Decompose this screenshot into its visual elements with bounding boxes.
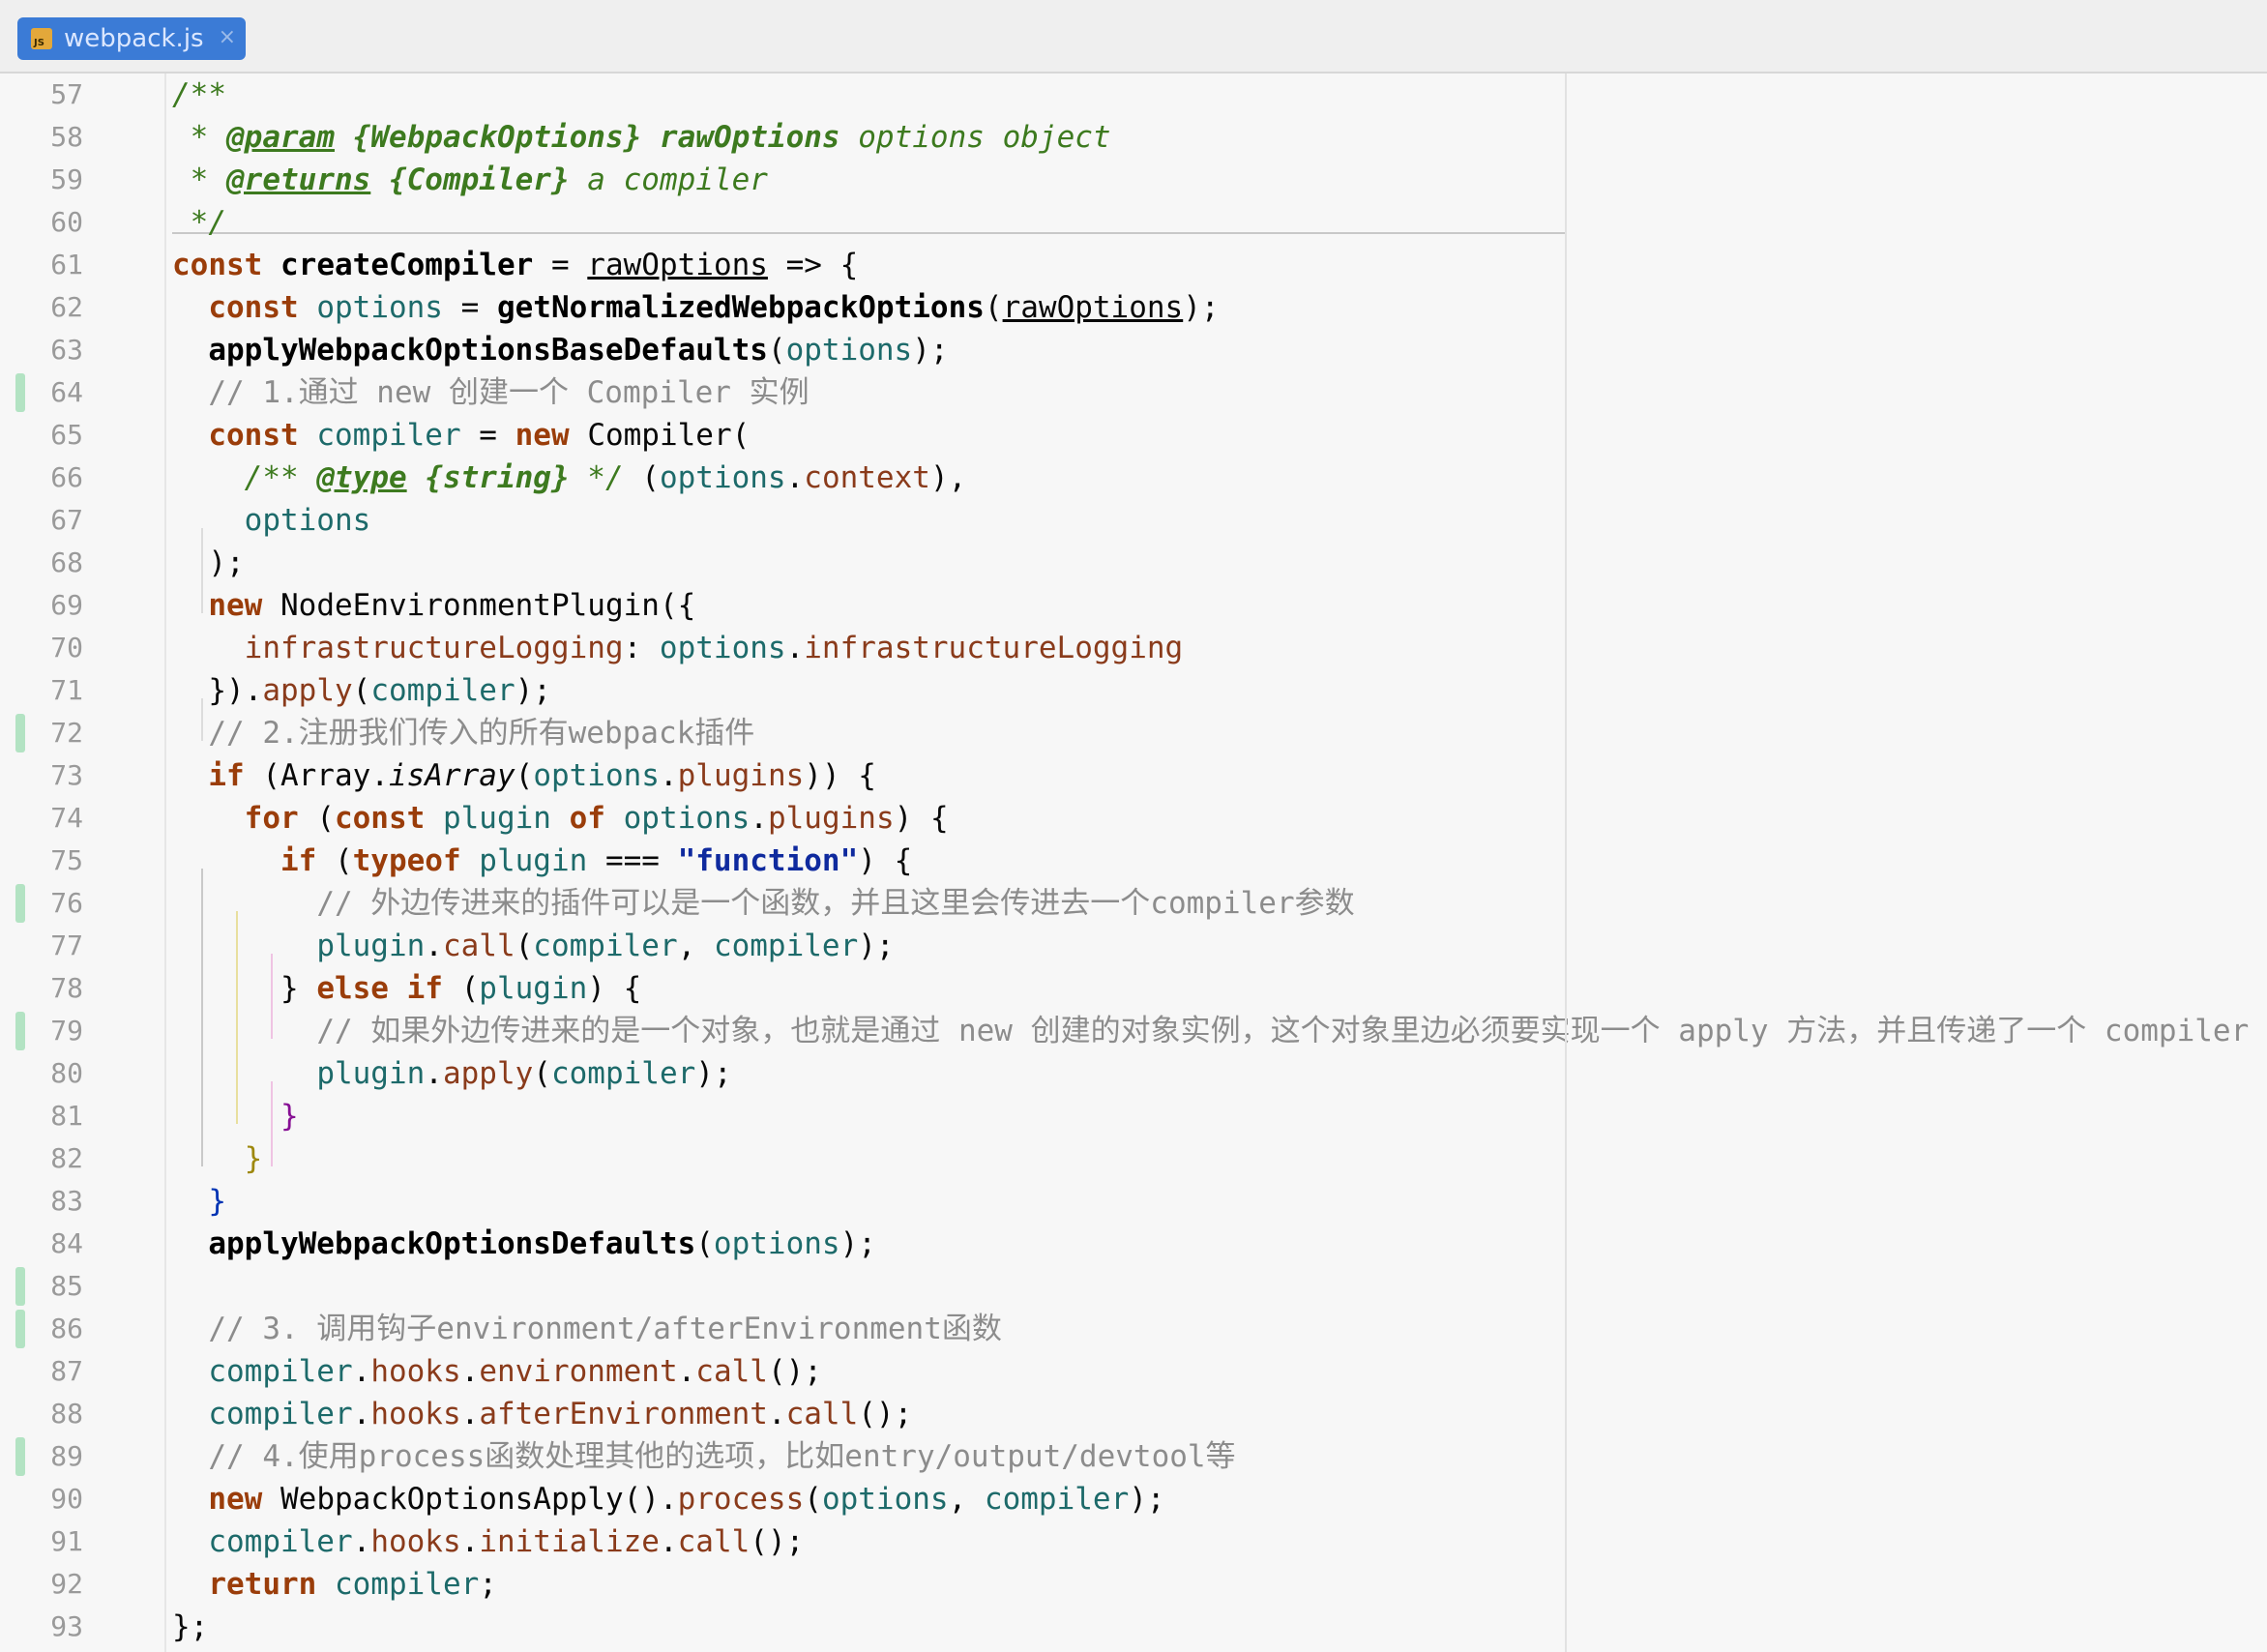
code-line-90: new WebpackOptionsApply().process(option… [208,1482,1165,1517]
code-line-57: /** [172,77,226,112]
code-line-77: plugin.call(compiler, compiler); [316,929,895,963]
code-line-82: } [244,1141,263,1176]
code-line-64: // 1.通过 new 创建一个 Compiler 实例 [208,375,810,410]
line-number[interactable]: 91 [0,1520,83,1563]
close-tab-icon[interactable]: × [219,25,236,50]
line-number[interactable]: 79 [0,1010,83,1052]
code-line-83: } [208,1184,226,1219]
vcs-change-marker[interactable] [15,373,25,412]
function-separator [172,232,1565,234]
line-number[interactable]: 62 [0,286,83,329]
code-editor[interactable]: /** * @param {WebpackOptions} rawOptions… [166,74,2267,1652]
line-number[interactable]: 65 [0,414,83,457]
line-number[interactable]: 63 [0,329,83,371]
line-number[interactable]: 80 [0,1052,83,1095]
code-line-66: /** @type {string} */ (options.context), [244,460,967,495]
vcs-change-marker[interactable] [15,1267,25,1306]
line-number[interactable]: 92 [0,1563,83,1606]
vcs-change-marker[interactable] [15,714,25,752]
line-number[interactable]: 87 [0,1350,83,1393]
vcs-change-marker[interactable] [15,1437,25,1476]
vcs-change-marker[interactable] [15,1012,25,1050]
code-line-59: * @returns {Compiler} a compiler [172,162,768,197]
code-line-65: const compiler = new Compiler( [208,418,751,453]
line-number[interactable]: 61 [0,244,83,286]
tab-webpack-js[interactable]: JS webpack.js × [17,17,246,60]
line-number[interactable]: 76 [0,882,83,925]
code-line-69: new NodeEnvironmentPlugin({ [208,588,696,623]
javascript-file-icon: JS [31,28,52,49]
line-number[interactable]: 89 [0,1435,83,1478]
line-number[interactable]: 81 [0,1095,83,1137]
code-line-68: ); [208,546,245,580]
code-line-92: return compiler; [208,1567,497,1602]
line-number[interactable]: 88 [0,1393,83,1435]
code-line-58: * @param {WebpackOptions} rawOptions opt… [172,120,1111,155]
code-line-79: // 如果外边传进来的是一个对象，也就是通过 new 创建的对象实例，这个对象里… [316,1014,2267,1048]
code-line-74: for (const plugin of options.plugins) { [244,801,949,836]
code-line-76: // 外边传进来的插件可以是一个函数，并且这里会传进去一个compiler参数 [316,886,1355,921]
code-line-71: }).apply(compiler); [208,673,551,708]
line-number[interactable]: 77 [0,925,83,967]
code-line-78: } else if (plugin) { [280,971,642,1006]
code-line-86: // 3. 调用钩子environment/afterEnvironment函数 [208,1312,1002,1346]
line-number[interactable]: 84 [0,1223,83,1265]
line-number[interactable]: 64 [0,371,83,414]
code-line-75: if (typeof plugin === "function") { [280,843,913,878]
line-number[interactable]: 78 [0,967,83,1010]
code-line-60: */ [172,205,226,240]
code-line-61: const createCompiler = rawOptions => { [172,248,859,282]
line-number[interactable]: 72 [0,712,83,754]
line-number[interactable]: 69 [0,584,83,627]
vcs-change-marker[interactable] [15,884,25,923]
line-number[interactable]: 59 [0,159,83,201]
code-line-88: compiler.hooks.afterEnvironment.call(); [208,1397,913,1431]
code-line-91: compiler.hooks.initialize.call(); [208,1524,805,1559]
line-number[interactable]: 58 [0,116,83,159]
line-number[interactable]: 71 [0,669,83,712]
line-number[interactable]: 66 [0,457,83,499]
line-number-gutter: 57 58 59 60 61 62 63 64 65 66 67 68 69 70 71 72 73 74 75 76… [0,74,166,1652]
vcs-change-marker[interactable] [15,1310,25,1348]
code-line-93: }; [172,1609,209,1644]
line-number[interactable]: 93 [0,1606,83,1648]
code-line-80: plugin.apply(compiler); [316,1056,732,1091]
code-line-89: // 4.使用process函数处理其他的选项，比如entry/output/d… [208,1439,1236,1474]
line-number[interactable]: 68 [0,542,83,584]
line-number[interactable]: 70 [0,627,83,669]
code-line-67: options [244,503,371,538]
tab-filename: webpack.js [64,24,204,53]
line-number[interactable]: 83 [0,1180,83,1223]
code-line-72: // 2.注册我们传入的所有webpack插件 [208,716,755,751]
line-number[interactable]: 86 [0,1308,83,1350]
code-line-84: applyWebpackOptionsDefaults(options); [208,1226,876,1261]
line-number[interactable]: 75 [0,840,83,882]
code-line-63: applyWebpackOptionsBaseDefaults(options)… [208,333,949,368]
line-number[interactable]: 82 [0,1137,83,1180]
line-number[interactable]: 60 [0,201,83,244]
code-line-73: if (Array.isArray(options.plugins)) { [208,758,876,793]
line-number[interactable]: 73 [0,754,83,797]
code-line-70: infrastructureLogging: options.infrastru… [244,631,1184,665]
editor-tab-bar: JS webpack.js × [0,0,2267,74]
line-number[interactable]: 74 [0,797,83,840]
code-line-62: const options = getNormalizedWebpackOpti… [208,290,1220,325]
line-number[interactable]: 67 [0,499,83,542]
line-number[interactable]: 57 [0,74,83,116]
code-line-81: } [280,1099,299,1134]
right-margin-guide [1565,74,1567,1652]
code-line-87: compiler.hooks.environment.call(); [208,1354,822,1389]
line-number[interactable]: 85 [0,1265,83,1308]
line-number[interactable]: 90 [0,1478,83,1520]
